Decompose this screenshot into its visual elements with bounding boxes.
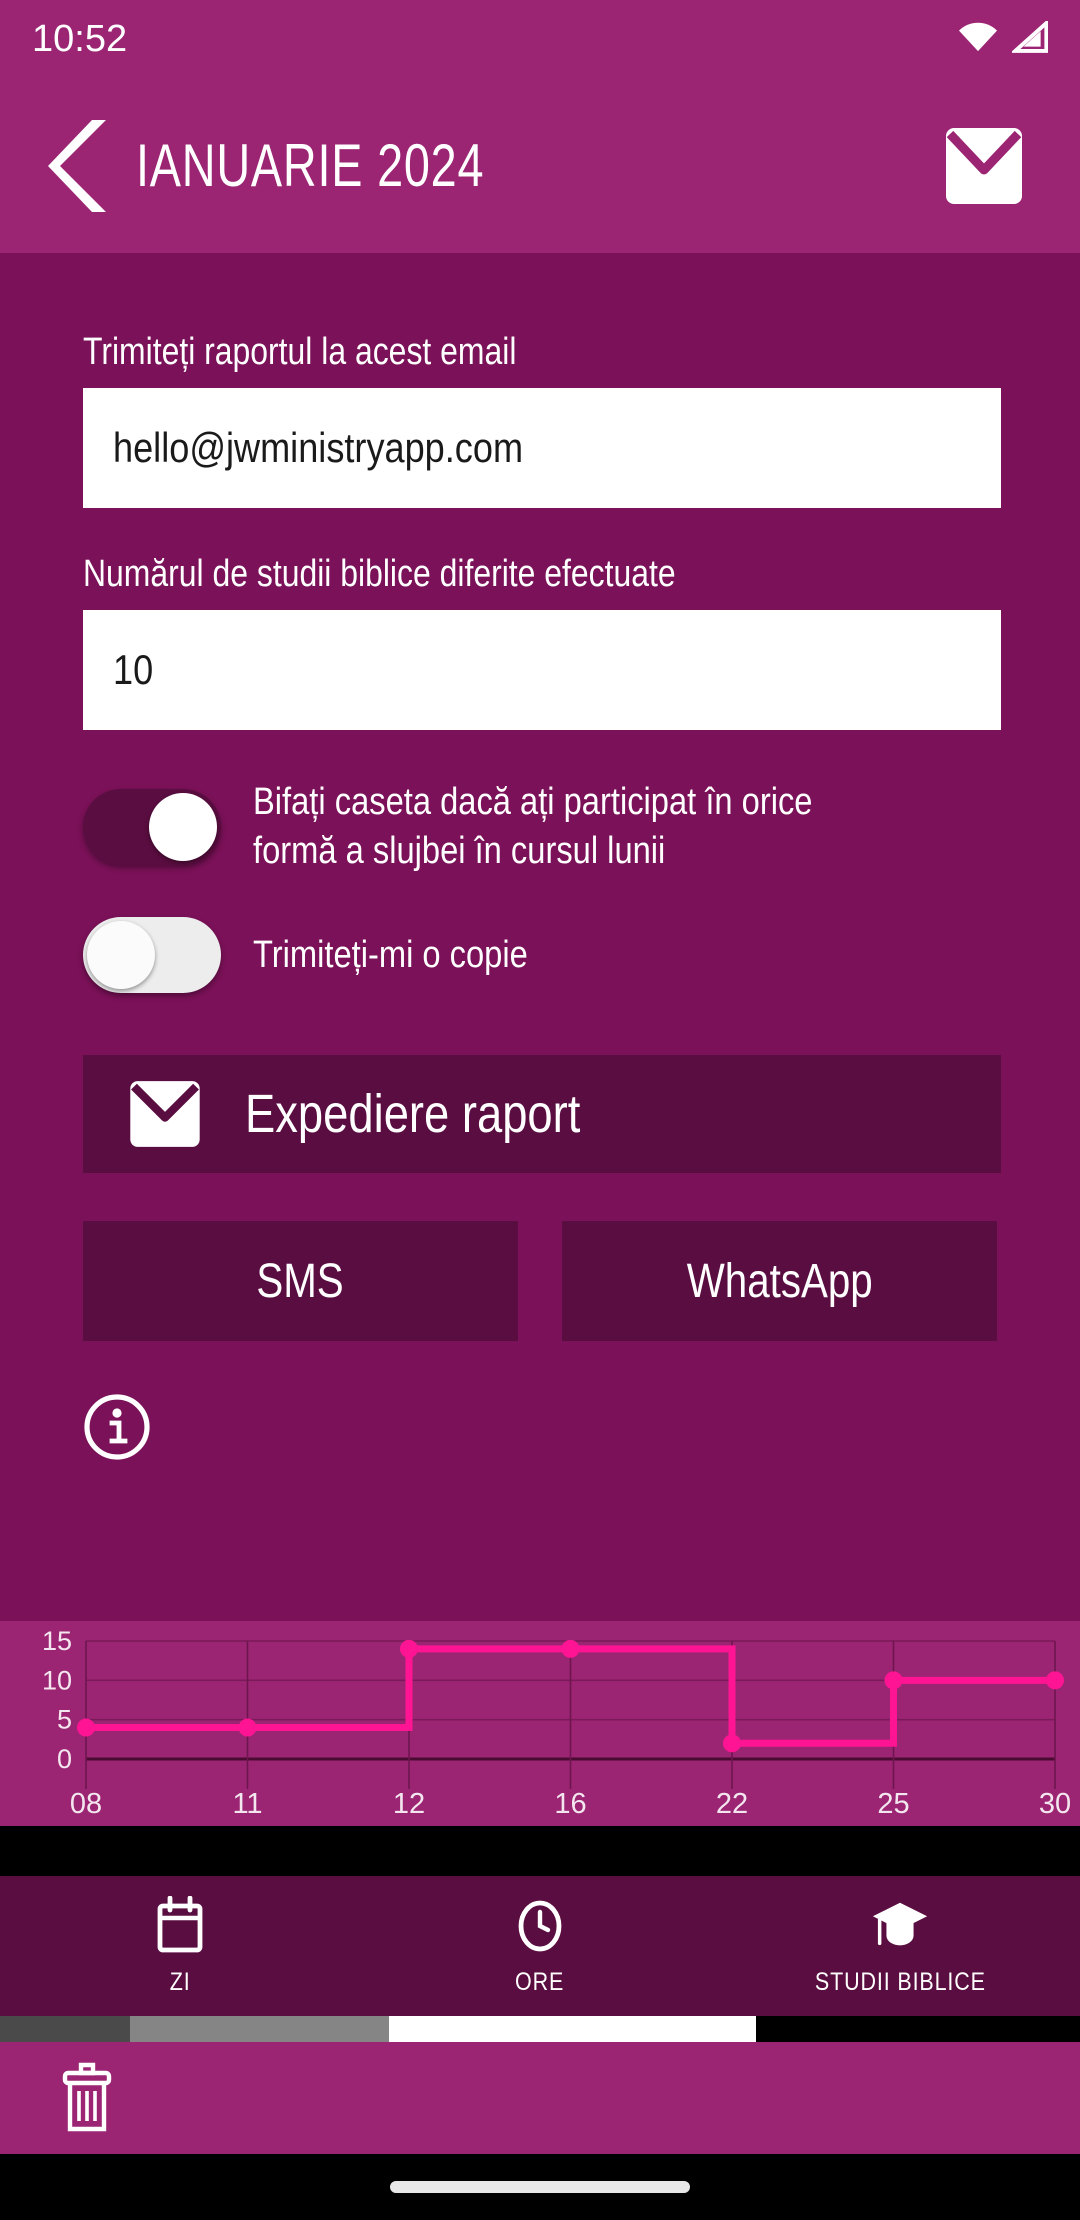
status-icons [958,18,1049,58]
participation-toggle[interactable] [83,788,221,865]
progress-segment-1 [0,2016,130,2042]
studies-chart: 0 5 10 15 08 11 12 16 22 25 30 [0,1621,1080,1826]
sms-label: SMS [256,1254,345,1308]
whatsapp-button[interactable]: WhatsApp [562,1221,997,1342]
send-copy-toggle[interactable] [83,917,221,994]
chart-gridlines [85,1640,1056,1789]
chart-point [884,1671,903,1690]
sms-button[interactable]: SMS [83,1221,518,1342]
svg-text:25: 25 [877,1788,909,1820]
mail-button[interactable] [934,116,1034,216]
send-copy-toggle-label: Trimiteți-mi o copie [253,933,528,976]
info-circle-icon[interactable] [83,1393,151,1461]
graduation-cap-icon [872,1902,928,1945]
app-root: 10:52 IANUARIE 2024 Trimiteți raportul l… [0,0,1080,2220]
delete-bar [0,2042,1080,2154]
copy-toggle-row: Trimiteți-mi o copie [83,917,997,994]
calendar-icon [157,1895,203,1952]
chart-x-axis-labels: 08 11 12 16 22 25 30 [70,1788,1071,1820]
nav-item-zi[interactable]: ZI [0,1876,360,2016]
svg-text:0: 0 [57,1744,72,1774]
page-progress-bar[interactable] [0,2016,1080,2042]
email-field-label: Trimiteți raportul la acest email [83,331,517,373]
envelope-icon [946,127,1022,204]
back-chevron-icon [48,119,106,212]
svg-text:30: 30 [1039,1788,1071,1820]
clock-icon [518,1900,562,1951]
cellular-signal-icon [1010,18,1049,58]
svg-text:22: 22 [716,1788,748,1820]
toggle-knob [149,792,217,861]
svg-text:5: 5 [57,1705,72,1735]
svg-text:16: 16 [554,1788,586,1820]
svg-text:11: 11 [232,1788,262,1820]
studies-input-value: 10 [113,646,154,693]
app-bar: IANUARIE 2024 [0,78,1080,253]
share-button-row: SMS WhatsApp [83,1221,997,1342]
main-content: Trimiteți raportul la acest email hello@… [0,253,1080,1621]
gesture-navigation-bar [0,2154,1080,2220]
svg-text:12: 12 [393,1788,425,1820]
participation-toggle-label: Bifați caseta dacă ați participat în ori… [253,781,813,872]
chart-svg: 0 5 10 15 08 11 12 16 22 25 30 [42,1626,1071,1820]
chart-point [561,1639,580,1658]
send-report-label: Expediere raport [245,1084,581,1145]
trash-icon[interactable] [55,2061,119,2135]
email-input-value: hello@jwministryapp.com [113,424,524,471]
whatsapp-label: WhatsApp [686,1254,873,1308]
status-bar: 10:52 [0,0,1080,78]
svg-text:15: 15 [42,1626,72,1656]
nav-label-zi: ZI [169,1967,191,1996]
chart-point [77,1718,95,1737]
studies-field-label: Numărul de studii biblice diferite efect… [83,553,676,595]
chart-point [238,1718,257,1737]
wifi-icon [958,22,998,57]
status-time: 10:52 [32,17,128,60]
chart-y-axis-labels: 0 5 10 15 [42,1626,72,1774]
nav-label-ore: ORE [515,1967,565,1996]
participation-toggle-row: Bifați caseta dacă ați participat în ori… [83,778,997,875]
info-row [83,1393,997,1461]
back-button[interactable] [34,111,126,221]
bottom-navigation: ZI ORE STUDII BIBLICE [0,1876,1080,2016]
nav-label-studii: STUDII BIBLICE [814,1967,986,1996]
nav-item-ore[interactable]: ORE [360,1876,720,2016]
svg-text:10: 10 [42,1665,72,1695]
send-report-button[interactable]: Expediere raport [83,1055,1001,1174]
chart-point [400,1639,418,1658]
svg-text:08: 08 [70,1788,102,1820]
home-indicator[interactable] [390,2181,690,2193]
chart-point [1046,1671,1064,1690]
envelope-icon [130,1081,200,1148]
toggle-knob [87,921,155,990]
progress-segment-2 [129,2016,389,2042]
progress-segment-3 [388,2016,756,2042]
studies-input[interactable]: 10 [83,610,1001,730]
email-input[interactable]: hello@jwministryapp.com [83,388,1001,508]
chart-point [723,1734,741,1753]
page-title: IANUARIE 2024 [136,131,485,199]
nav-item-studii-biblice[interactable]: STUDII BIBLICE [720,1876,1080,2016]
